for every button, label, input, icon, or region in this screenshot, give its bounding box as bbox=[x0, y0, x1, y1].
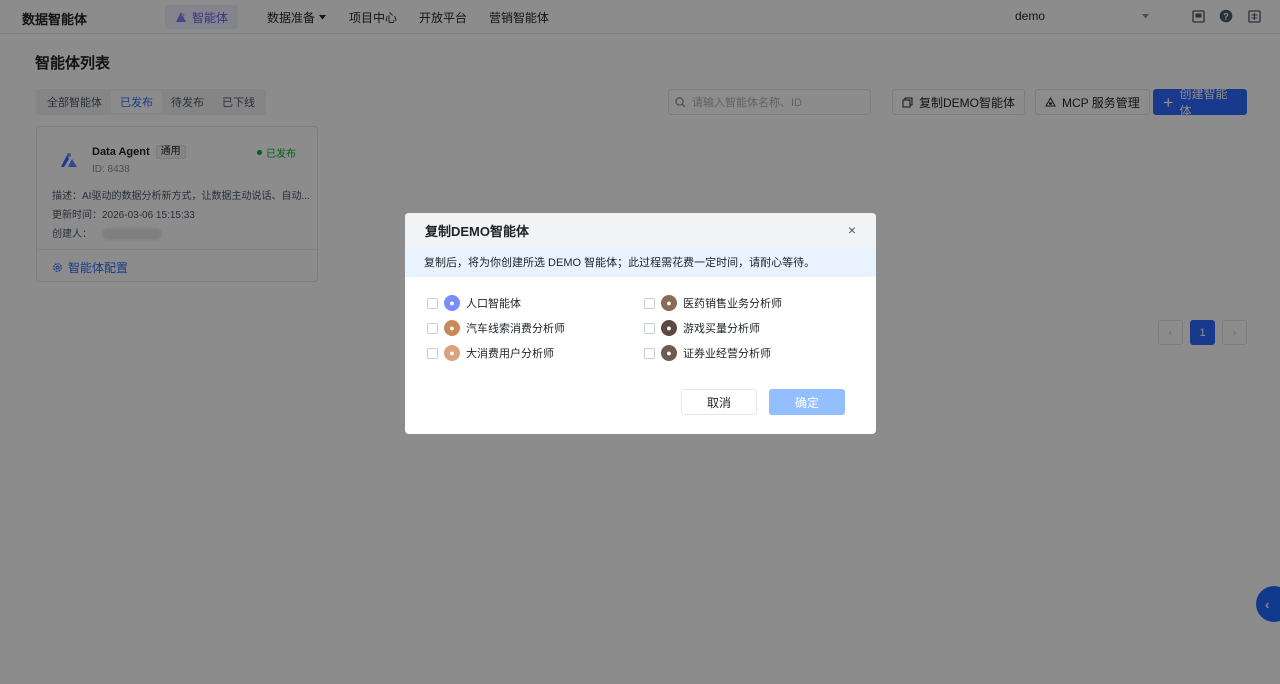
option-auto[interactable]: ● 汽车线索消费分析师 bbox=[427, 319, 565, 337]
option-game[interactable]: ● 游戏买量分析师 bbox=[644, 319, 760, 337]
avatar: ● bbox=[444, 320, 460, 336]
option-pharma[interactable]: ● 医药销售业务分析师 bbox=[644, 294, 782, 312]
confirm-button[interactable]: 确定 bbox=[769, 389, 845, 415]
copy-demo-modal: 复制DEMO智能体 × 复制后，将为你创建所选 DEMO 智能体；此过程需花费一… bbox=[405, 213, 876, 434]
avatar: ● bbox=[661, 345, 677, 361]
option-population[interactable]: ● 人口智能体 bbox=[427, 294, 521, 312]
option-securities[interactable]: ● 证券业经营分析师 bbox=[644, 344, 771, 362]
option-label: 汽车线索消费分析师 bbox=[466, 323, 565, 335]
avatar: ● bbox=[444, 345, 460, 361]
avatar: ● bbox=[661, 295, 677, 311]
checkbox[interactable] bbox=[644, 297, 655, 309]
modal-title: 复制DEMO智能体 bbox=[425, 223, 530, 239]
option-label: 医药销售业务分析师 bbox=[683, 298, 782, 310]
modal-notice: 复制后，将为你创建所选 DEMO 智能体；此过程需花费一定时间，请耐心等待。 bbox=[405, 247, 876, 277]
avatar: ● bbox=[444, 295, 460, 311]
avatar: ● bbox=[661, 320, 677, 336]
option-label: 人口智能体 bbox=[466, 298, 521, 310]
option-label: 大消费用户分析师 bbox=[466, 348, 554, 360]
checkbox[interactable] bbox=[427, 347, 438, 359]
cancel-button[interactable]: 取消 bbox=[681, 389, 757, 415]
checkbox[interactable] bbox=[427, 322, 438, 334]
modal-header: 复制DEMO智能体 × bbox=[405, 213, 876, 247]
checkbox[interactable] bbox=[644, 322, 655, 334]
checkbox[interactable] bbox=[644, 347, 655, 359]
option-label: 证券业经营分析师 bbox=[683, 348, 771, 360]
checkbox[interactable] bbox=[427, 297, 438, 309]
close-icon[interactable]: × bbox=[848, 222, 856, 238]
option-consumer[interactable]: ● 大消费用户分析师 bbox=[427, 344, 554, 362]
option-label: 游戏买量分析师 bbox=[683, 323, 760, 335]
